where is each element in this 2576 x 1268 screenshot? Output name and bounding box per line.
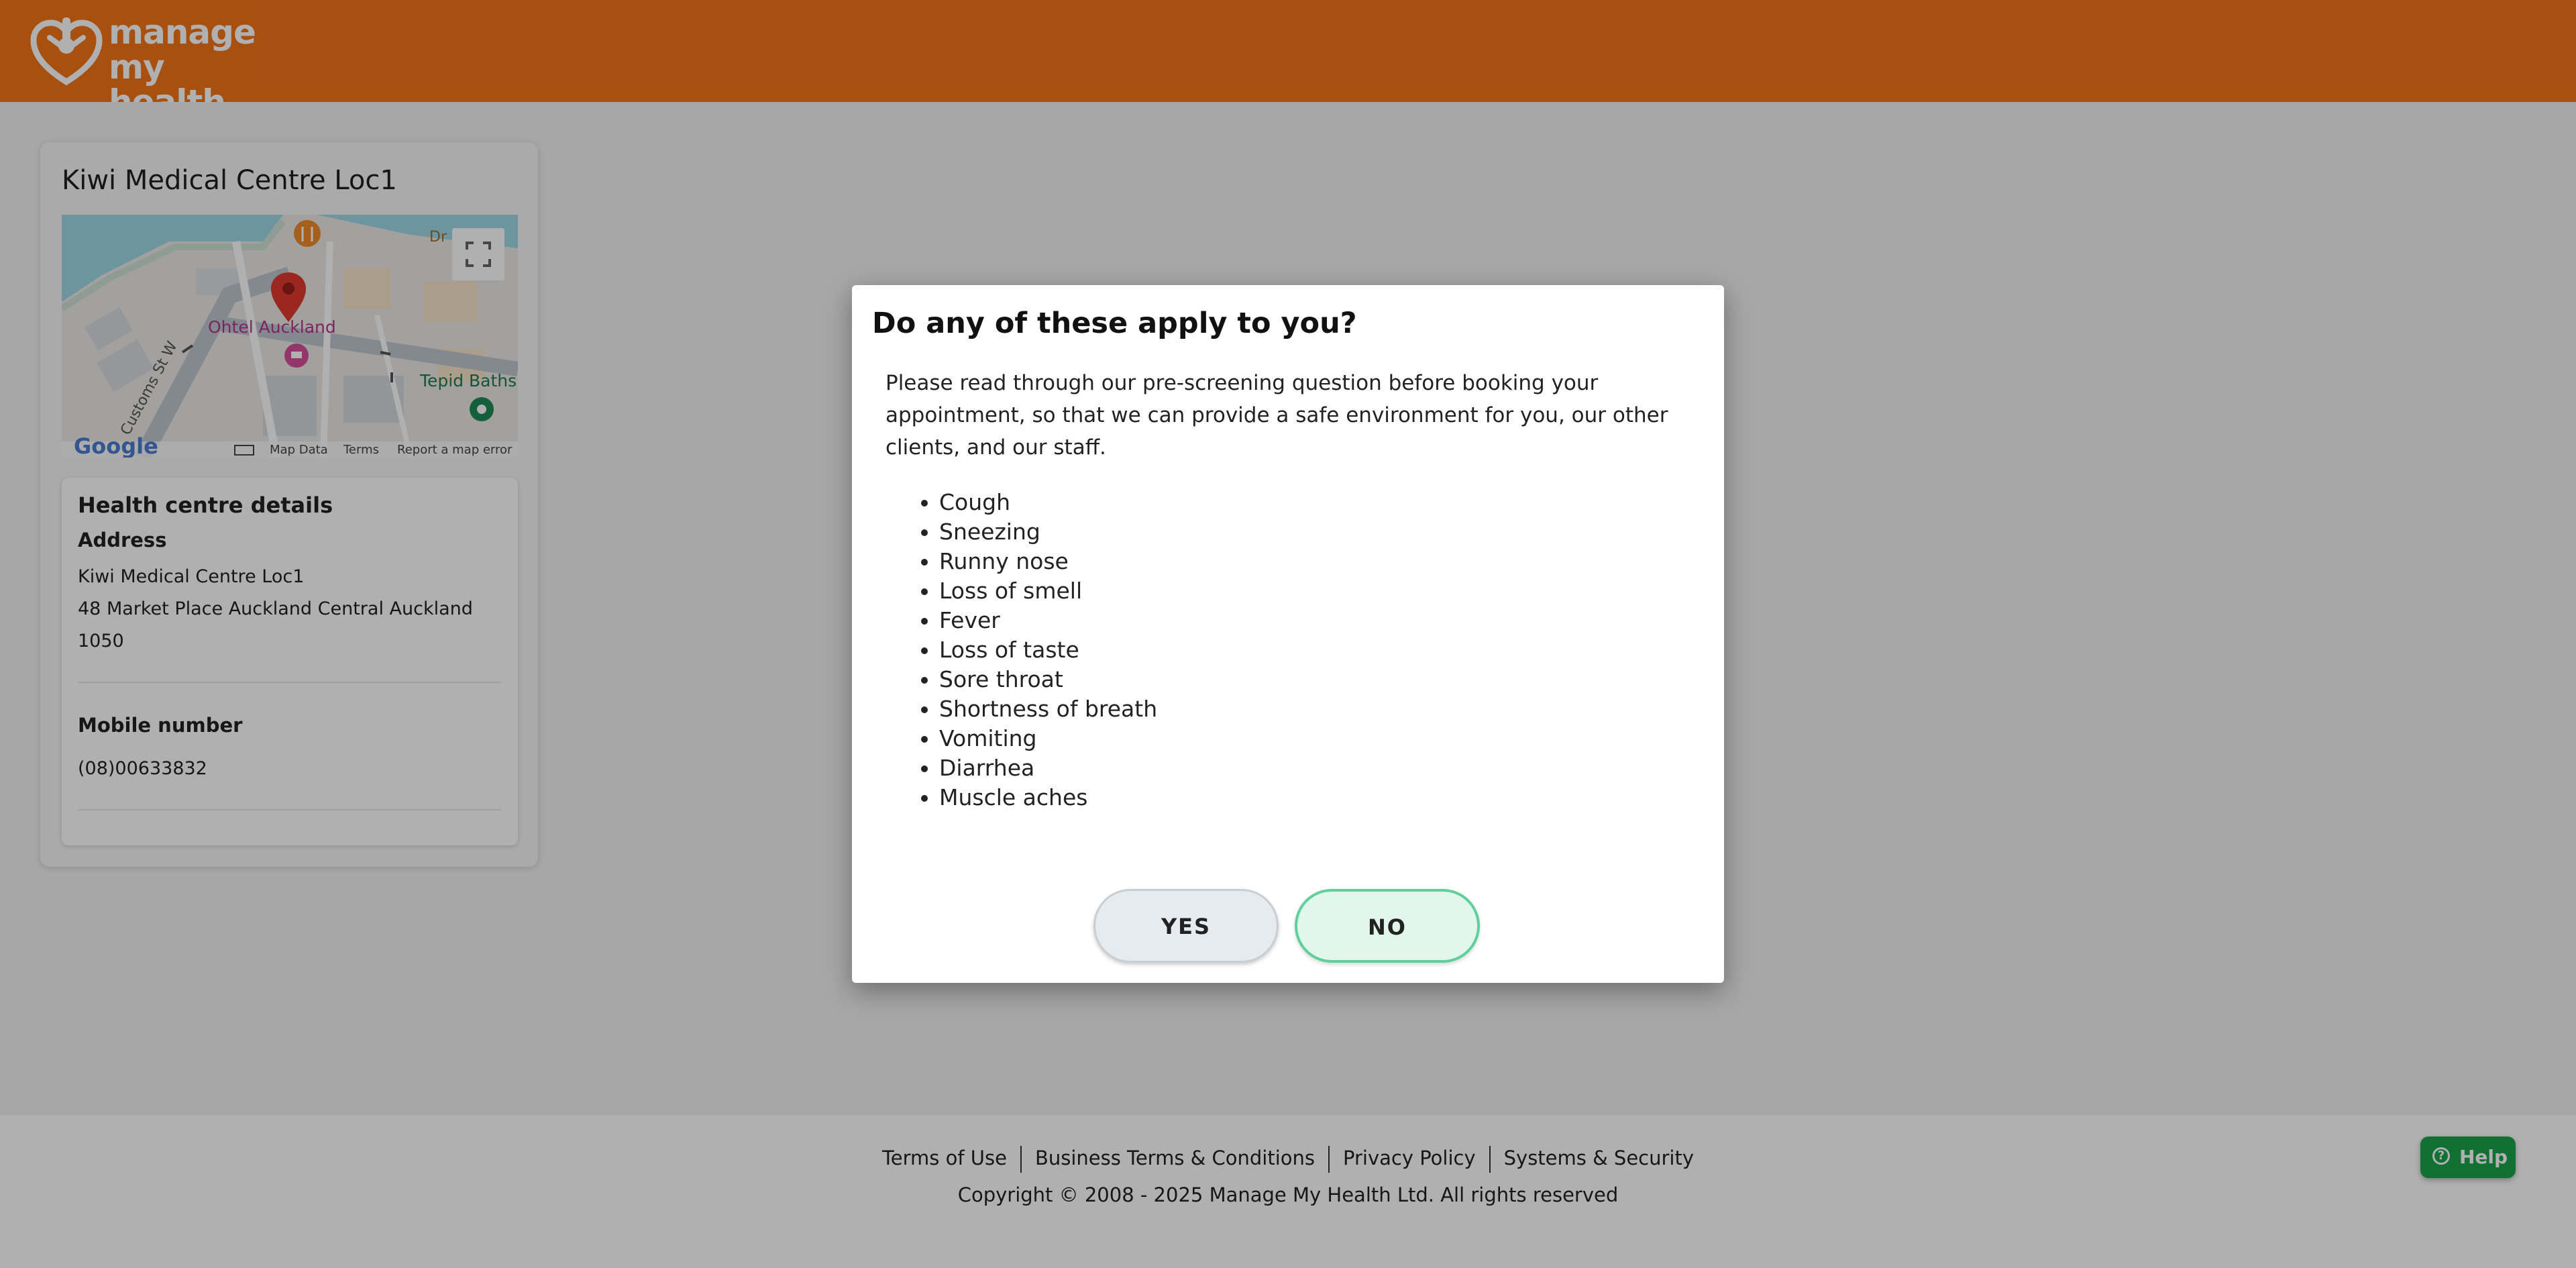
list-item: Loss of smell bbox=[939, 576, 1157, 606]
list-item: Loss of taste bbox=[939, 635, 1157, 665]
list-item: Shortness of breath bbox=[939, 694, 1157, 724]
list-item: Cough bbox=[939, 488, 1157, 517]
yes-button[interactable]: YES bbox=[1093, 889, 1279, 963]
list-item: Muscle aches bbox=[939, 783, 1157, 812]
list-item: Sore throat bbox=[939, 665, 1157, 694]
list-item: Sneezing bbox=[939, 517, 1157, 547]
dialog-title: Do any of these apply to you? bbox=[872, 307, 1357, 340]
symptom-list: Cough Sneezing Runny nose Loss of smell … bbox=[906, 488, 1157, 812]
prescreening-dialog: Do any of these apply to you? Please rea… bbox=[852, 285, 1724, 983]
list-item: Runny nose bbox=[939, 547, 1157, 576]
list-item: Fever bbox=[939, 606, 1157, 635]
list-item: Diarrhea bbox=[939, 753, 1157, 783]
list-item: Vomiting bbox=[939, 724, 1157, 753]
dialog-body: Please read through our pre-screening qu… bbox=[885, 371, 1668, 460]
no-button[interactable]: NO bbox=[1295, 889, 1480, 963]
